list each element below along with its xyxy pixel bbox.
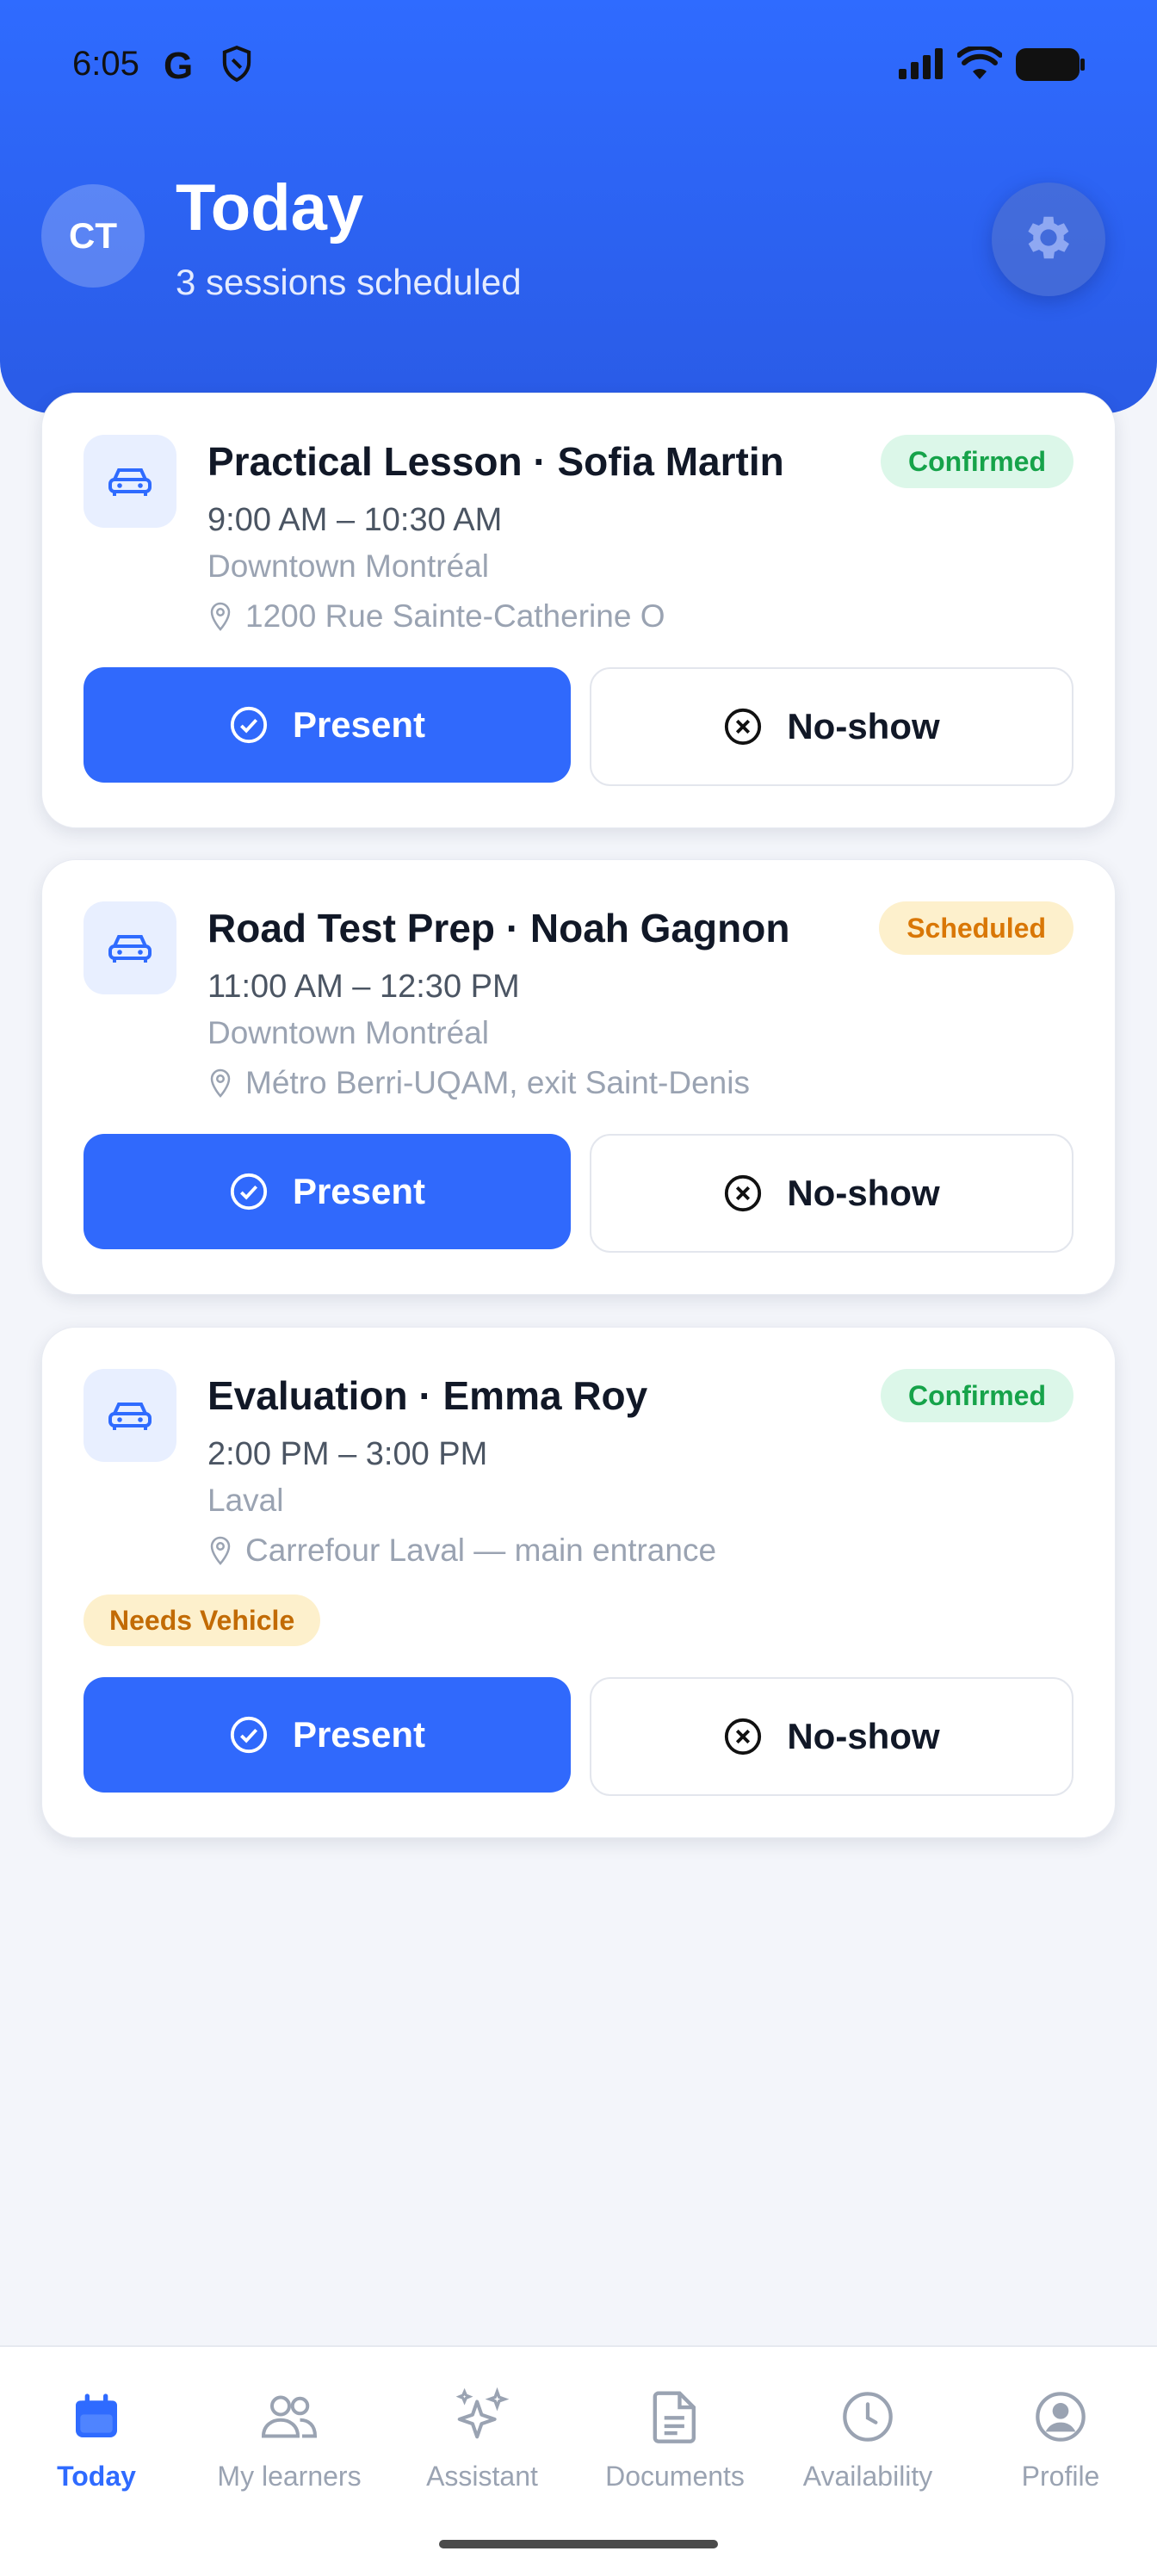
nav-label: Assistant bbox=[426, 2461, 538, 2492]
status-badge: Confirmed bbox=[881, 1369, 1073, 1422]
nav-item-availability[interactable]: Availability bbox=[771, 2385, 964, 2492]
check-circle-icon bbox=[230, 1173, 268, 1211]
no-show-button[interactable]: No-show bbox=[590, 667, 1073, 786]
status-badge: Scheduled bbox=[879, 901, 1073, 955]
sessions-count-subtitle: 3 sessions scheduled bbox=[176, 262, 522, 302]
google-icon: G bbox=[164, 45, 194, 87]
present-label: Present bbox=[292, 1714, 426, 1755]
session-card[interactable]: Evaluation · Emma Roy 2:00 PM – 3:00 PM … bbox=[41, 1327, 1116, 1838]
present-label: Present bbox=[292, 1171, 426, 1211]
session-card[interactable]: Practical Lesson · Sofia Martin 9:00 AM … bbox=[41, 393, 1116, 828]
nav-item-assistant[interactable]: Assistant bbox=[386, 2385, 578, 2492]
session-address-text: 1200 Rue Sainte-Catherine O bbox=[245, 598, 665, 634]
location-pin-icon bbox=[210, 1068, 231, 1098]
settings-button[interactable] bbox=[992, 183, 1105, 296]
check-circle-icon bbox=[230, 1716, 268, 1754]
avatar[interactable]: CT bbox=[41, 184, 145, 288]
document-icon bbox=[578, 2385, 771, 2449]
session-card[interactable]: Road Test Prep · Noah Gagnon 11:00 AM – … bbox=[41, 859, 1116, 1295]
no-show-label: No-show bbox=[787, 1716, 940, 1756]
session-time: 11:00 AM – 12:30 PM bbox=[207, 969, 520, 1005]
sparkles-icon bbox=[386, 2385, 578, 2449]
present-label: Present bbox=[292, 704, 426, 745]
session-address: Carrefour Laval — main entrance bbox=[207, 1533, 716, 1569]
avatar-initials: CT bbox=[69, 215, 117, 256]
session-time: 9:00 AM – 10:30 AM bbox=[207, 502, 503, 538]
nav-label: Today bbox=[57, 2461, 136, 2492]
car-icon bbox=[84, 901, 176, 994]
session-time: 2:00 PM – 3:00 PM bbox=[207, 1436, 488, 1472]
calendar-icon bbox=[0, 2385, 193, 2449]
nav-item-documents[interactable]: Documents bbox=[578, 2385, 771, 2492]
nav-label: Availability bbox=[802, 2461, 933, 2492]
no-show-label: No-show bbox=[787, 706, 940, 746]
nav-label: Profile bbox=[1021, 2461, 1100, 2492]
check-circle-icon bbox=[230, 706, 268, 744]
session-title: Road Test Prep · Noah Gagnon bbox=[207, 906, 790, 951]
location-pin-icon bbox=[210, 1536, 231, 1565]
home-indicator bbox=[439, 2540, 718, 2548]
shield-icon bbox=[220, 45, 253, 91]
session-area: Laval bbox=[207, 1483, 284, 1518]
x-circle-icon bbox=[725, 708, 762, 746]
present-button[interactable]: Present bbox=[84, 1134, 571, 1249]
car-icon bbox=[84, 435, 176, 528]
needs-vehicle-tag: Needs Vehicle bbox=[84, 1595, 321, 1646]
status-time: 6:05 bbox=[72, 45, 139, 83]
session-address-text: Métro Berri-UQAM, exit Saint-Denis bbox=[245, 1065, 750, 1100]
present-button[interactable]: Present bbox=[84, 1677, 571, 1793]
no-show-label: No-show bbox=[787, 1173, 940, 1213]
nav-item-today[interactable]: Today bbox=[0, 2385, 193, 2492]
x-circle-icon bbox=[725, 1718, 762, 1756]
session-area: Downtown Montréal bbox=[207, 1015, 489, 1050]
session-area: Downtown Montréal bbox=[207, 548, 489, 584]
nav-label: My learners bbox=[217, 2461, 362, 2492]
battery-icon bbox=[1016, 48, 1085, 90]
page-title: Today bbox=[176, 171, 364, 245]
clock-icon bbox=[771, 2385, 964, 2449]
no-show-button[interactable]: No-show bbox=[590, 1677, 1073, 1796]
session-title: Practical Lesson · Sofia Martin bbox=[207, 439, 784, 484]
x-circle-icon bbox=[725, 1174, 762, 1212]
gear-icon bbox=[1020, 209, 1077, 270]
status-bar: 6:05 G bbox=[0, 0, 1157, 129]
nav-label: Documents bbox=[605, 2461, 745, 2492]
user-circle-icon bbox=[964, 2385, 1157, 2449]
nav-item-my-learners[interactable]: My learners bbox=[193, 2385, 386, 2492]
users-icon bbox=[193, 2385, 386, 2449]
wifi-icon bbox=[956, 44, 1003, 90]
no-show-button[interactable]: No-show bbox=[590, 1134, 1073, 1253]
location-pin-icon bbox=[210, 602, 231, 631]
car-icon bbox=[84, 1369, 176, 1462]
signal-icon bbox=[899, 48, 947, 88]
header-banner: 6:05 G CT Today 3 sessions scheduled bbox=[0, 0, 1157, 413]
session-address: 1200 Rue Sainte-Catherine O bbox=[207, 598, 665, 635]
session-address-text: Carrefour Laval — main entrance bbox=[245, 1533, 717, 1568]
nav-item-profile[interactable]: Profile bbox=[964, 2385, 1157, 2492]
session-address: Métro Berri-UQAM, exit Saint-Denis bbox=[207, 1065, 750, 1101]
status-badge: Confirmed bbox=[881, 435, 1073, 488]
session-title: Evaluation · Emma Roy bbox=[207, 1373, 648, 1418]
present-button[interactable]: Present bbox=[84, 667, 571, 783]
